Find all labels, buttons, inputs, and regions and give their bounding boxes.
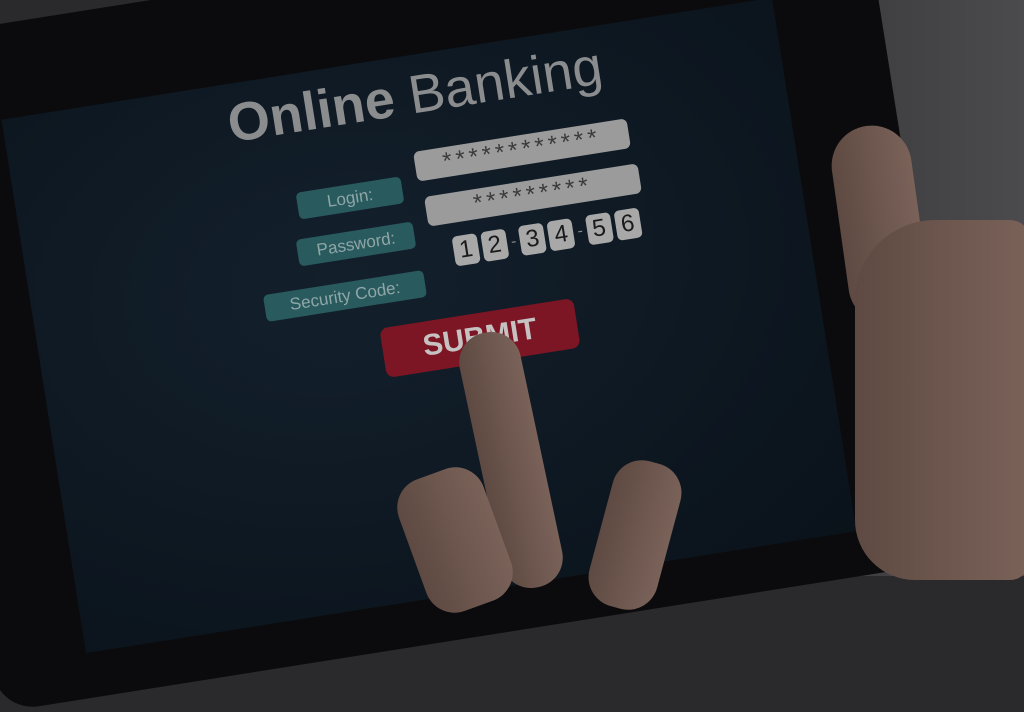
code-digit: 4 <box>546 217 577 252</box>
code-digit: 5 <box>584 211 614 246</box>
code-separator: - <box>509 232 518 251</box>
code-digit: 2 <box>480 228 510 263</box>
code-digit: 3 <box>517 222 548 257</box>
code-digit: 1 <box>451 233 481 267</box>
holding-hand <box>855 220 1024 580</box>
code-digit: 6 <box>613 207 643 241</box>
code-separator: - <box>576 222 585 241</box>
